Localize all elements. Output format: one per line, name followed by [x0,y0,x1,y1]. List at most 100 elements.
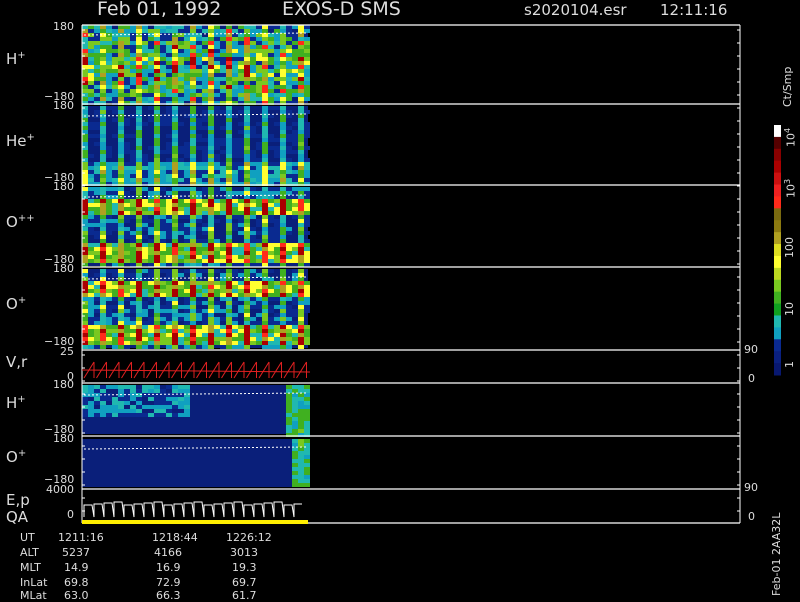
spectrogram-cell [286,126,292,130]
spectrogram-cell [166,114,172,118]
spectrogram-cell [88,195,94,199]
spectrogram-cell [94,191,100,195]
spectrogram-cell [298,263,304,267]
spectrogram-cell [226,170,232,174]
spectrogram-cell [226,73,232,77]
spectrogram-cell [244,97,250,101]
spectrogram-cell [304,405,310,409]
spectrogram-cell [220,45,226,49]
spectrogram-cell [178,341,184,345]
spectrogram-cell [172,37,178,41]
spectrogram-cell [172,273,178,277]
spectrogram-cell [112,101,118,105]
spectrogram-cell [172,158,178,162]
spectrogram-cell [286,81,292,85]
spectrogram-cell [262,53,268,57]
spectrogram-cell [250,61,256,65]
spectrogram-cell [298,425,304,429]
spectrogram-cell [226,309,232,313]
spectrogram-cell [256,329,262,333]
spectrogram-cell [250,81,256,85]
spectrogram-cell [130,57,136,61]
spectrogram-cell [298,463,304,467]
spectrogram-cell [100,61,106,65]
spectrogram-cell [118,73,124,77]
spectrogram-cell [256,166,262,170]
spectrogram-cell [238,73,244,77]
spectrogram-cell [82,215,88,219]
spectrogram-cell [190,134,196,138]
spectrogram-cell [124,166,130,170]
spectrogram-cell [148,405,154,409]
spectrogram-cell [298,223,304,227]
spectrogram-cell [154,251,160,255]
spectrogram-cell [154,93,160,97]
spectrogram-cell [94,273,100,277]
spectrogram-cell [136,337,142,341]
spectrogram-cell [238,150,244,154]
spectrogram-cell [268,97,274,101]
spectrogram-cell [286,162,292,166]
spectrogram-cell [190,89,196,93]
ephem-value: 1211:16 [58,531,104,544]
spectrogram-cell [82,77,88,81]
spectrogram-cell [136,321,142,325]
spectrogram-cell [94,243,100,247]
spectrogram-cell [160,413,166,417]
spectrogram-cell [136,235,142,239]
spectrogram-cell [184,329,190,333]
spectrogram-cell [196,33,202,37]
spectrogram-cell [274,297,280,301]
spectrogram-cell [82,337,88,341]
spectrogram-cell [184,289,190,293]
spectrogram-cell [112,170,118,174]
spectrogram-cell [94,182,100,186]
spectrogram-cell [298,341,304,345]
spectrogram-cell [244,93,250,97]
spectrogram-cell [118,162,124,166]
spectrogram-cell [130,255,136,259]
spectrogram-cell [148,397,154,401]
spectrogram-cell [226,118,232,122]
spectrogram-cell [190,277,196,281]
spectrogram-cell [118,150,124,154]
spectrogram-cell [274,53,280,57]
tick-label: 180 [53,180,74,193]
spectrogram-cell [184,259,190,263]
spectrogram-cell [112,329,118,333]
spectrogram-cell [280,101,286,105]
spectrogram-cell [208,178,214,182]
spectrogram-cell [172,297,178,301]
spectrogram-cell [256,259,262,263]
spectrogram-cell [196,182,202,186]
spectrogram-cell [262,41,268,45]
spectrogram-cell [136,178,142,182]
spectrogram-cell [190,231,196,235]
spectrogram-cell [268,77,274,81]
spectrogram-cell [256,182,262,186]
spectrogram-cell [166,53,172,57]
spectrogram-cell [142,269,148,273]
spectrogram-cell [154,85,160,89]
spectrogram-cell [250,273,256,277]
spectrogram-cell [286,178,292,182]
spectrogram-cell [166,45,172,49]
spectrogram-cell [274,122,280,126]
spectrogram-cell [250,263,256,267]
spectrogram-cell [142,247,148,251]
spectrogram-cell [232,178,238,182]
spectrogram-cell [244,85,250,89]
spectrogram-cell [232,273,238,277]
spectrogram-cell [112,223,118,227]
spectrogram-cell [94,413,100,417]
spectrogram-cell [298,475,304,479]
spectrogram-cell [304,215,310,219]
spectrogram-cell [280,203,286,207]
spectrogram-cell [88,73,94,77]
spectrogram-cell [184,142,190,146]
spectrogram-cell [100,263,106,267]
spectrogram-cell [238,273,244,277]
spectrogram-cell [94,389,100,393]
spectrogram-cell [118,389,124,393]
spectrogram-cell [184,337,190,341]
